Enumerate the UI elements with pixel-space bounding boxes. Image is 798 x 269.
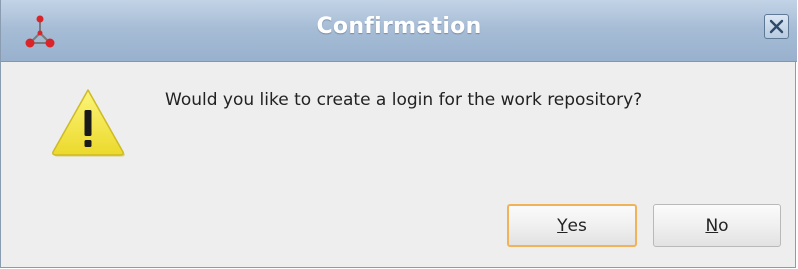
no-button[interactable]: No: [653, 204, 781, 247]
yes-button-label: es: [567, 215, 587, 236]
no-button-label: o: [718, 215, 729, 236]
title-bar[interactable]: Confirmation: [1, 0, 797, 62]
yes-button-mnemonic: Y: [557, 215, 568, 236]
no-button-mnemonic: N: [705, 215, 719, 236]
yes-button[interactable]: Yes: [507, 204, 637, 247]
warning-icon: [49, 86, 127, 158]
close-button[interactable]: [764, 14, 789, 39]
dialog-title: Confirmation: [316, 14, 482, 39]
close-icon: [769, 19, 784, 34]
confirmation-message: Would you like to create a login for the…: [165, 90, 643, 110]
confirmation-dialog: Confirmation Would you like to create a …: [0, 0, 797, 268]
